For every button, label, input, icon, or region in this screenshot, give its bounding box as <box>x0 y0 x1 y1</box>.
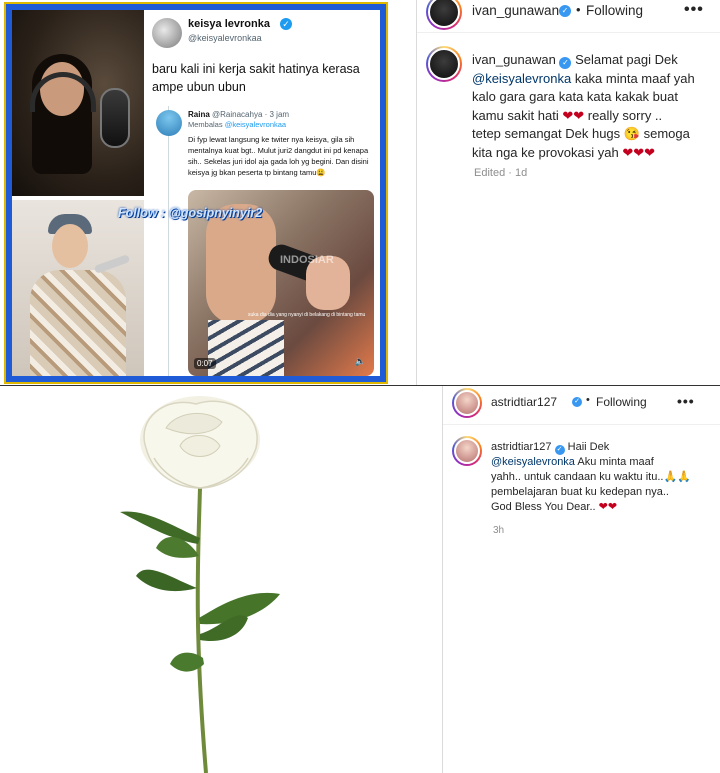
reply-avatar <box>156 110 182 136</box>
caption-line-1: Selamat pagi Dek <box>575 52 678 67</box>
verified-icon: ✓ <box>280 18 292 30</box>
caption-line-4a: kamu sakit hati <box>472 107 559 123</box>
mention-link[interactable]: @keisyalevronka <box>472 71 571 86</box>
header-divider <box>417 32 720 33</box>
reply-text: Di fyp lewat langsung ke twiter nya keis… <box>188 135 369 177</box>
heart-icon: ❤❤ <box>598 501 618 513</box>
replying-to-handle: @keisyalevronkaa <box>224 120 287 129</box>
following-button[interactable]: Following <box>586 3 643 18</box>
video-subtitle: suka dia dia yang nyanyi di belakang di … <box>248 312 366 318</box>
caption-line-2: Aku minta maaf <box>577 456 654 468</box>
caption-line-6: kita nga ke provokasi yah <box>472 144 619 160</box>
post-meta: Edited · 1d <box>474 167 528 179</box>
more-options-icon[interactable]: ••• <box>677 393 695 409</box>
verified-icon: ✓ <box>559 5 571 17</box>
header-avatar[interactable] <box>426 0 462 30</box>
caption-line-4: pembelajaran buat ku kedepan nya.. <box>491 486 669 498</box>
following-button[interactable]: Following <box>596 395 647 409</box>
header-divider <box>443 424 720 425</box>
kiss-emoji-icon: 😘 <box>623 126 640 141</box>
caption-line-3: yahh.. untuk candaan ku waktu itu..🙏🙏 <box>491 471 691 483</box>
thread-line <box>168 106 169 376</box>
heart-icon: ❤❤ <box>562 107 585 123</box>
replying-to: Membalas @keisyalevronkaa <box>188 120 286 129</box>
caption-line-5b: semoga <box>643 126 690 141</box>
reply-author-name: Raina <box>188 110 210 119</box>
singer-studio-photo <box>12 10 144 196</box>
section-divider <box>0 385 720 386</box>
watermark: Follow : @gosipnyinyir2 <box>118 206 263 220</box>
caption-line-4b: really sorry .. <box>587 107 663 123</box>
caption-avatar[interactable] <box>452 436 482 466</box>
header-username[interactable]: astridtiar127 <box>491 395 557 409</box>
tweet-text: baru kali ini kerja sakit hatinya kerasa… <box>152 62 360 94</box>
tweet-author-name: keisya levronka <box>188 18 270 30</box>
caption: ivan_gunawan ✓ Selamat pagi Dek @keisyal… <box>472 51 712 162</box>
reply-author: Raina @Rainacahya · 3 jam <box>188 110 289 119</box>
tweet-card: keisya levronka ✓ @keisyalevronkaa baru … <box>148 10 380 376</box>
verified-icon: ✓ <box>572 397 582 407</box>
caption-line-3: kalo gara gara kata kata kakak buat <box>472 89 678 104</box>
caption-username[interactable]: ivan_gunawan <box>472 52 556 67</box>
header-username[interactable]: ivan_gunawan <box>472 3 559 18</box>
tweet-avatar <box>152 18 182 48</box>
panel-divider <box>442 386 443 773</box>
repost-collage: keisya levronka ✓ @keisyalevronkaa baru … <box>4 2 388 384</box>
caption-line-5: God Bless You Dear.. <box>491 501 596 513</box>
caption-avatar[interactable] <box>426 46 462 82</box>
more-options-icon[interactable]: ••• <box>684 1 704 19</box>
verified-icon: ✓ <box>559 57 572 69</box>
caption: astridtiar127 ✓ Haii Dek @keisyalevronka… <box>491 440 716 515</box>
tweet-handle: @keisyalevronkaa <box>188 33 262 43</box>
mention-link[interactable]: @keisyalevronka <box>491 456 575 468</box>
caption-line-2: kaka minta maaf yah <box>574 70 695 86</box>
volume-icon[interactable]: 🔈 <box>355 356 366 367</box>
replying-to-prefix: Membalas <box>188 120 223 129</box>
caption-line-1: Haii Dek <box>567 441 610 453</box>
post-meta: 3h <box>493 525 505 536</box>
white-rose-image <box>120 396 280 773</box>
video-channel-logo: INDOSIAR <box>280 254 334 266</box>
male-singer-photo <box>12 200 144 376</box>
separator-dot: • <box>576 2 581 17</box>
video-duration: 0:07 <box>194 358 216 369</box>
verified-icon: ✓ <box>554 445 565 455</box>
panel-divider <box>416 0 417 385</box>
separator-dot: • <box>586 394 590 406</box>
heart-icon: ❤❤❤ <box>622 144 656 160</box>
collage-inner: keisya levronka ✓ @keisyalevronkaa baru … <box>12 10 380 376</box>
caption-line-5a: tetep semangat Dek hugs <box>472 126 621 141</box>
caption-username[interactable]: astridtiar127 <box>491 441 552 453</box>
reply-handle-time: @Rainacahya · 3 jam <box>212 110 290 119</box>
header-avatar[interactable] <box>452 388 482 418</box>
